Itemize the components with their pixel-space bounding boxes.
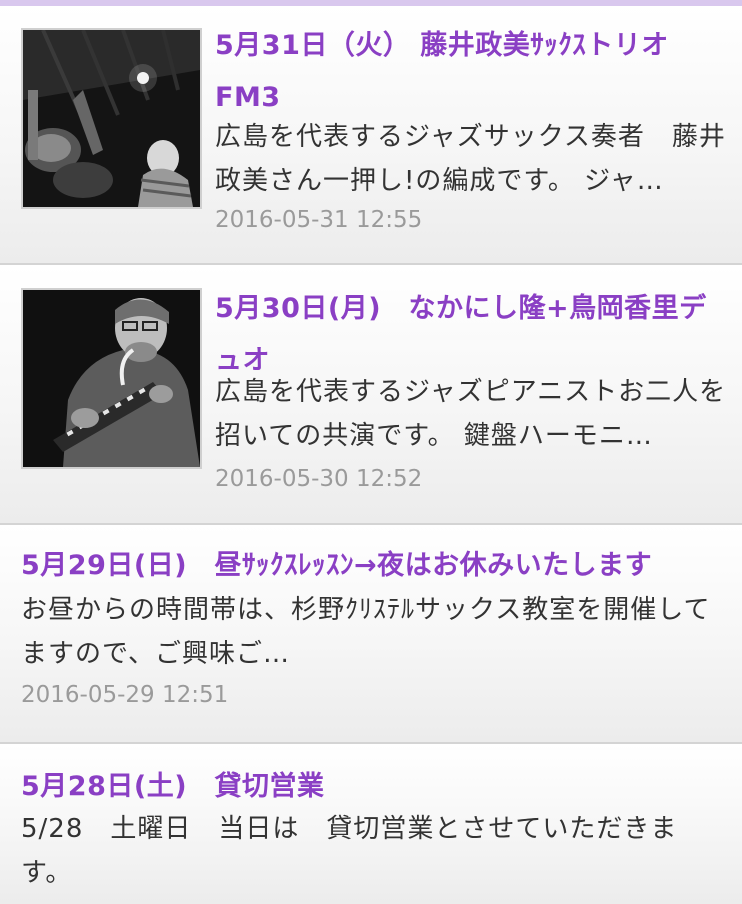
post-title[interactable]: 5月31日（火） 藤井政美ｻｯｸｽトリオ FM3 xyxy=(215,20,727,124)
post-entry[interactable]: 5月28日(土) 貸切営業 5/28 土曜日 当日は 貸切営業とさせていただきま… xyxy=(0,744,742,904)
post-excerpt: 5/28 土曜日 当日は 貸切営業とさせていただきます。 xyxy=(21,814,678,888)
post-date: 2016-05-29 12:51 xyxy=(21,682,229,708)
post-entry[interactable]: 5月29日(日) 昼ｻｯｸｽﾚｯｽﾝ→夜はお休みいたします お昼からの時間帯は、… xyxy=(0,525,742,744)
post-title[interactable]: 5月29日(日) 昼ｻｯｸｽﾚｯｽﾝ→夜はお休みいたします xyxy=(21,540,726,592)
post-excerpt: お昼からの時間帯は、杉野ｸﾘｽﾃﾙサックス教室を開催してますので、ご興味ご… xyxy=(21,595,711,669)
post-excerpt: 広島を代表するジャズサックス奏者 藤井政美さん一押し!の編成です。 ジャ… xyxy=(215,122,726,196)
post-date: 2016-05-31 12:55 xyxy=(215,207,423,233)
post-entry[interactable]: 5月31日（火） 藤井政美ｻｯｸｽトリオ FM3 広島を代表するジャズサックス奏… xyxy=(0,6,742,265)
band-photo-image xyxy=(23,30,200,207)
post-entry[interactable]: 5月30日(月) なかにし隆+鳥岡香里デュオ 広島を代表するジャズピアニストお二… xyxy=(0,265,742,525)
post-thumbnail-band-photo[interactable] xyxy=(21,28,202,209)
melodica-player-photo-image xyxy=(23,290,200,467)
post-thumbnail-melodica-player-photo[interactable] xyxy=(21,288,202,469)
post-title[interactable]: 5月28日(土) 貸切営業 xyxy=(21,761,726,813)
post-date: 2016-05-30 12:52 xyxy=(215,466,423,492)
post-excerpt: 広島を代表するジャズピアニストお二人を招いての共演です。 鍵盤ハーモニ… xyxy=(215,377,727,451)
